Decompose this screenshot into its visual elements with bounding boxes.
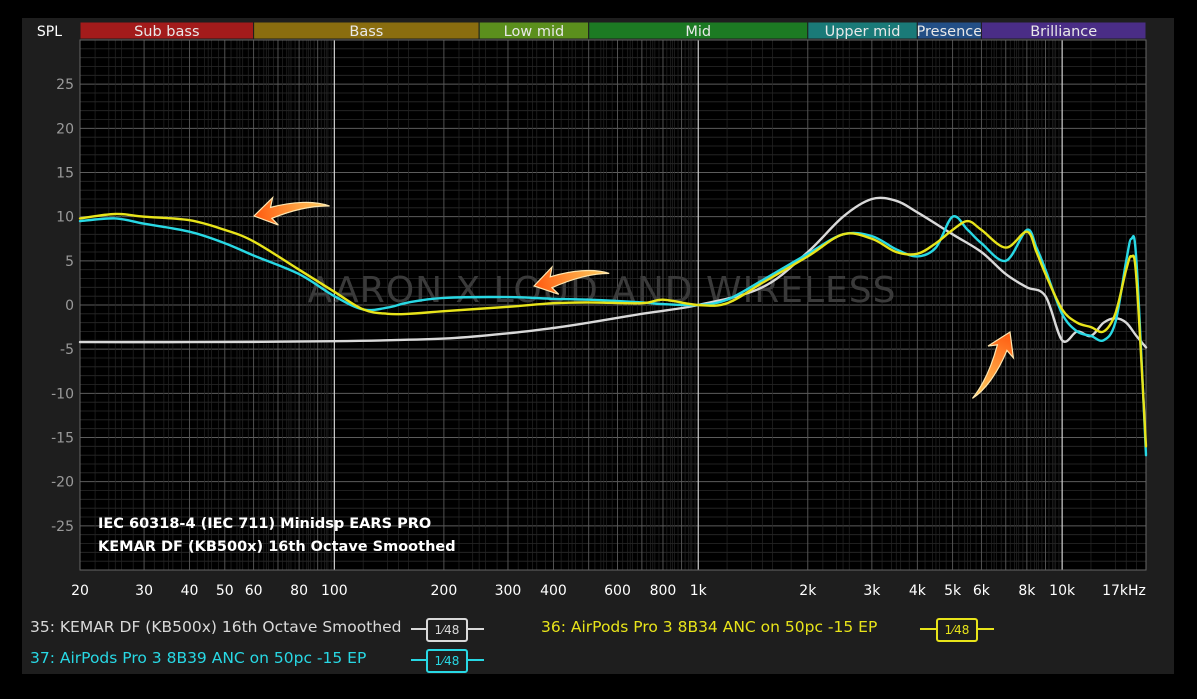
legend-line-37b bbox=[466, 659, 484, 661]
y-tick-label: 0 bbox=[65, 298, 74, 314]
legend-label-35: 35: KEMAR DF (KB500x) 16th Octave Smooth… bbox=[30, 618, 402, 636]
band-label: Brilliance bbox=[1030, 24, 1097, 40]
band-label: Upper mid bbox=[825, 24, 901, 40]
y-tick-label: -5 bbox=[60, 342, 74, 358]
legend-series-36[interactable]: 36: AirPods Pro 3 8B34 ANC on 50pc -15 E… bbox=[541, 618, 877, 636]
legend-series-35[interactable]: 35: KEMAR DF (KB500x) 16th Octave Smooth… bbox=[30, 618, 402, 636]
smoothing-badge-35[interactable]: 1⁄48 bbox=[426, 618, 468, 642]
x-tick-label: 2k bbox=[799, 583, 817, 599]
y-tick-labels: 25 20 15 10 5 0 -5 -10 -15 -20 -25 bbox=[51, 77, 74, 535]
legend-label-37: 37: AirPods Pro 3 8B39 ANC on 50pc -15 E… bbox=[30, 649, 367, 667]
band-label: Bass bbox=[349, 24, 383, 40]
x-tick-label: 6k bbox=[973, 583, 991, 599]
x-tick-label: 5k bbox=[944, 583, 962, 599]
legend-series-37[interactable]: 37: AirPods Pro 3 8B39 ANC on 50pc -15 E… bbox=[30, 649, 366, 667]
smoothing-badge-37[interactable]: 1⁄48 bbox=[426, 649, 468, 673]
x-tick-label: 1k bbox=[690, 583, 708, 599]
y-tick-label: -10 bbox=[51, 386, 74, 402]
x-tick-label: 3k bbox=[863, 583, 881, 599]
x-tick-label: 60 bbox=[245, 583, 263, 599]
band-label: Mid bbox=[685, 24, 711, 40]
x-tick-label: 30 bbox=[135, 583, 153, 599]
legend-line-35b bbox=[466, 628, 484, 630]
band-label: Sub bass bbox=[134, 24, 199, 40]
y-tick-label: 5 bbox=[65, 254, 74, 270]
band-label: Low mid bbox=[504, 24, 565, 40]
y-tick-label: -15 bbox=[51, 431, 74, 447]
y-tick-label: -25 bbox=[51, 519, 74, 535]
y-tick-label: 15 bbox=[56, 166, 74, 182]
band-label: Presence bbox=[917, 24, 983, 40]
x-tick-label: 50 bbox=[216, 583, 234, 599]
y-tick-label: 20 bbox=[56, 121, 74, 137]
x-tick-label: 40 bbox=[181, 583, 199, 599]
y-tick-label: -20 bbox=[51, 475, 74, 491]
x-tick-label: 300 bbox=[495, 583, 522, 599]
x-tick-label: 10k bbox=[1049, 583, 1076, 599]
legend-label-36: 36: AirPods Pro 3 8B34 ANC on 50pc -15 E… bbox=[541, 618, 878, 636]
x-tick-label: 8k bbox=[1018, 583, 1036, 599]
annotation-line-1: IEC 60318-4 (IEC 711) Minidsp EARS PRO bbox=[98, 516, 431, 532]
y-tick-label: 25 bbox=[56, 77, 74, 93]
y-axis-label: SPL bbox=[37, 24, 62, 40]
legend-line-36b bbox=[976, 628, 994, 630]
x-tick-labels: 20 30 40 50 60 80 100 200 300 400 600 800 1k 2k 3k 4k 5k… bbox=[71, 583, 1146, 599]
x-tick-label: 100 bbox=[321, 583, 348, 599]
y-tick-label: 10 bbox=[56, 210, 74, 226]
x-tick-label: 20 bbox=[71, 583, 89, 599]
x-tick-label: 400 bbox=[540, 583, 567, 599]
chart-frame: Sub bass Bass Low mid Mid Upper mid Presence B… bbox=[22, 18, 1174, 674]
x-tick-label: 17kHz bbox=[1102, 583, 1146, 599]
x-tick-label: 4k bbox=[909, 583, 927, 599]
x-tick-label: 200 bbox=[431, 583, 458, 599]
annotation-line-2: KEMAR DF (KB500x) 16th Octave Smoothed bbox=[98, 539, 456, 555]
frequency-band-bar: Sub bass Bass Low mid Mid Upper mid Presence B… bbox=[79, 21, 1147, 40]
smoothing-badge-36[interactable]: 1⁄48 bbox=[936, 618, 978, 642]
x-tick-label: 600 bbox=[604, 583, 631, 599]
frequency-response-chart: Sub bass Bass Low mid Mid Upper mid Presence B… bbox=[37, 21, 1148, 599]
x-tick-label: 80 bbox=[290, 583, 308, 599]
x-tick-label: 800 bbox=[650, 583, 677, 599]
